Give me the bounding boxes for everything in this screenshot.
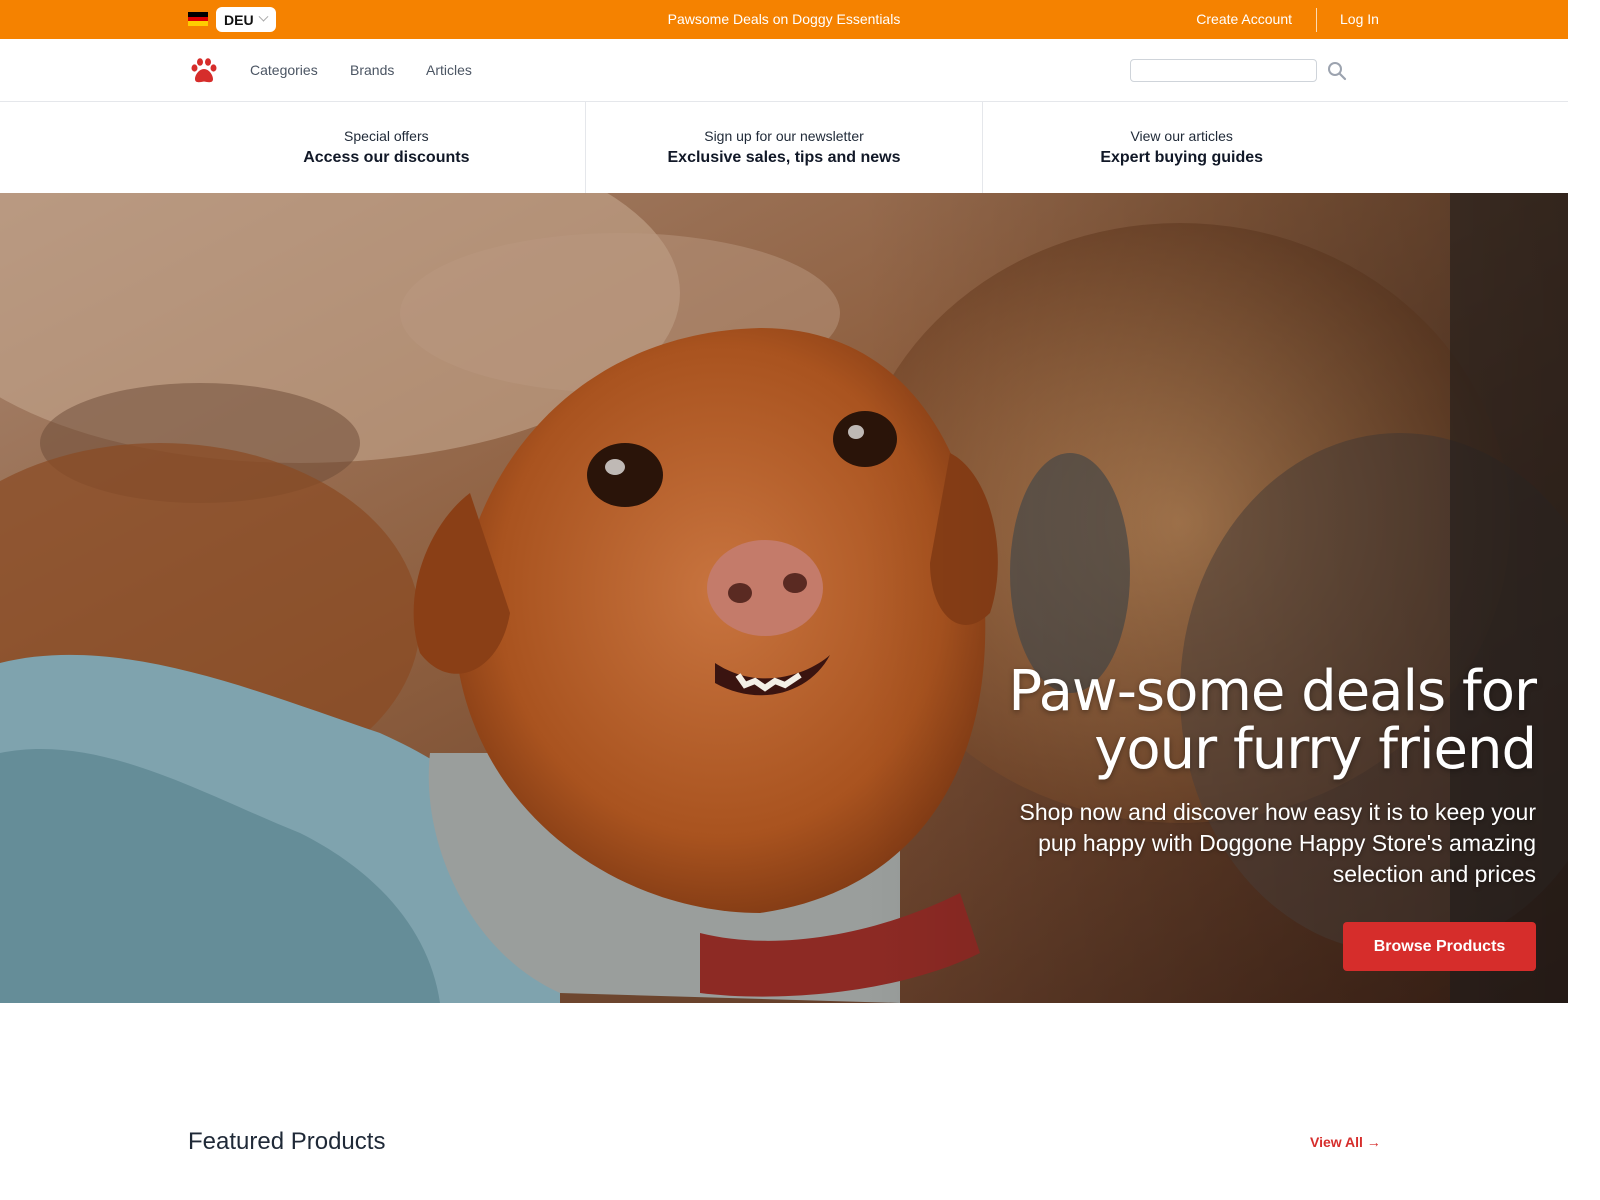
log-in-link[interactable]: Log In bbox=[1340, 11, 1379, 27]
hero-banner: Paw-some deals for your furry friend Sho… bbox=[0, 193, 1568, 1003]
special-offers-item[interactable]: Special offers Access our discounts bbox=[188, 102, 585, 193]
main-nav: Categories Brands Articles bbox=[0, 39, 1568, 102]
strip-heading: Access our discounts bbox=[303, 149, 470, 166]
browse-products-button[interactable]: Browse Products bbox=[1343, 922, 1536, 971]
paw-logo-icon[interactable] bbox=[190, 57, 218, 85]
nav-articles[interactable]: Articles bbox=[426, 62, 472, 78]
strip-label: View our articles bbox=[1130, 128, 1233, 144]
strip-heading: Expert buying guides bbox=[1100, 149, 1264, 166]
newsletter-item[interactable]: Sign up for our newsletter Exclusive sal… bbox=[584, 102, 983, 193]
divider bbox=[1316, 8, 1317, 32]
strip-heading: Exclusive sales, tips and news bbox=[667, 149, 901, 166]
hero-title: Paw-some deals for your furry friend bbox=[936, 659, 1537, 782]
hero-subtitle: Shop now and discover how easy it is to … bbox=[1019, 799, 1536, 887]
hero-title-line: your furry friend bbox=[1094, 717, 1537, 782]
nav-brands[interactable]: Brands bbox=[350, 62, 394, 78]
strip-label: Sign up for our newsletter bbox=[704, 128, 864, 144]
nav-categories[interactable]: Categories bbox=[250, 62, 318, 78]
top-banner: DEU Pawsome Deals on Doggy Essentials Cr… bbox=[0, 0, 1568, 39]
strip-label: Special offers bbox=[344, 128, 429, 144]
search-icon[interactable] bbox=[1326, 60, 1348, 82]
view-all-link[interactable]: View All → bbox=[1310, 1134, 1381, 1150]
info-strip: Special offers Access our discounts Sign… bbox=[188, 102, 1380, 193]
search-input[interactable] bbox=[1130, 59, 1317, 82]
featured-products-heading: Featured Products bbox=[188, 1128, 386, 1155]
articles-item[interactable]: View our articles Expert buying guides bbox=[982, 102, 1380, 193]
hero-title-line: Paw-some deals for bbox=[1008, 659, 1537, 724]
create-account-link[interactable]: Create Account bbox=[1196, 11, 1292, 27]
promo-text: Pawsome Deals on Doggy Essentials bbox=[667, 11, 901, 27]
